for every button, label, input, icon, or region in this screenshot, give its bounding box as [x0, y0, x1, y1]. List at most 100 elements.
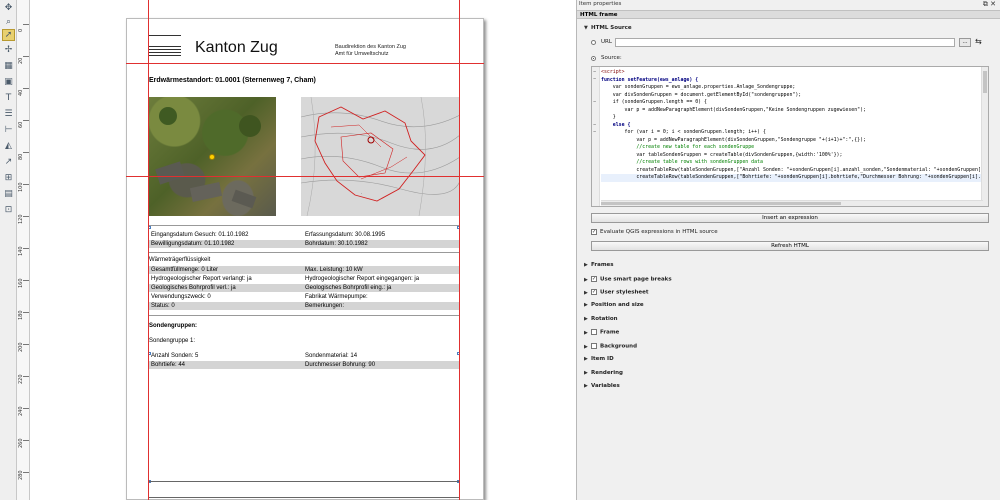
fluid-cell-left: Verwendungszweck: 0: [151, 294, 211, 300]
scrollbar-thumb[interactable]: [983, 71, 987, 93]
url-input[interactable]: [615, 38, 955, 47]
code-line: createTableRow(tableSondenGruppen,["Anza…: [601, 166, 981, 173]
fluid-heading: Wärmeträgerflüssigkeit: [149, 257, 211, 263]
add-html-frame-icon[interactable]: ▤: [2, 188, 15, 200]
frame-bottom-line: [149, 481, 459, 482]
section-background[interactable]: ▶ Background: [584, 343, 637, 350]
horizontal-guide[interactable]: [126, 63, 484, 64]
panel-title: Item properties: [579, 1, 622, 7]
url-browse-button[interactable]: ...: [959, 38, 971, 47]
section-smart-page-breaks[interactable]: ▶ ✓ Use smart page breaks: [584, 276, 672, 283]
scrollbar-thumb[interactable]: [601, 202, 841, 205]
building-shape: [189, 182, 223, 202]
fold-minus-icon[interactable]: −: [593, 122, 596, 128]
fold-minus-icon[interactable]: −: [593, 129, 596, 135]
ruler-label: 220: [18, 374, 24, 384]
layout-page[interactable]: Kanton Zug Baudirektion des Kanton Zug A…: [126, 18, 484, 500]
date-cell-left: Eingangsdatum Gesuch: 01.10.1982: [151, 232, 249, 238]
location-marker-icon: [209, 154, 215, 160]
source-radio[interactable]: [591, 56, 596, 61]
aerial-map[interactable]: [149, 97, 276, 216]
add-shape-icon[interactable]: ◭: [2, 140, 15, 152]
add-label-icon[interactable]: T: [2, 92, 15, 104]
data-defined-icon[interactable]: ⇆: [975, 37, 982, 46]
kanton-label[interactable]: Kanton Zug: [195, 39, 278, 57]
fluid-cell-left: Hydrogeologischer Report verlangt: ja: [151, 276, 252, 282]
ruler-label: 120: [18, 214, 24, 224]
site-title[interactable]: Erdwärmestandort: 01.0001 (Sternenweg 7,…: [149, 77, 316, 84]
url-radio[interactable]: [591, 40, 596, 45]
section-variables[interactable]: ▶ Variables: [584, 383, 620, 389]
editor-horizontal-scrollbar[interactable]: [601, 200, 983, 206]
horizontal-guide[interactable]: [126, 176, 484, 177]
section-rendering[interactable]: ▶ Rendering: [584, 370, 623, 376]
select-icon[interactable]: ➚: [2, 29, 15, 41]
zoom-icon[interactable]: ⌕: [2, 16, 15, 28]
add-map-icon[interactable]: ▦: [2, 60, 15, 72]
section-item-id[interactable]: ▶ Item ID: [584, 356, 614, 362]
panel-window-buttons: ⧉ ✕: [983, 0, 996, 9]
ruler-label: 240: [18, 406, 24, 416]
user-stylesheet-checkbox[interactable]: ✓: [591, 289, 597, 295]
html-source-editor[interactable]: − − − − − <script> function setFeature(e…: [591, 66, 989, 207]
fluid-cell-right: Hydrogeologischer Report eingegangen: ja: [305, 276, 420, 282]
editor-vertical-scrollbar[interactable]: [981, 67, 988, 206]
topographic-map[interactable]: ·: [301, 97, 460, 216]
source-label: Source:: [601, 55, 622, 61]
fluid-cell-left: Geologisches Bohrprofil verl.: ja: [151, 285, 236, 291]
section-user-stylesheet[interactable]: ▶ ✓ User stylesheet: [584, 289, 648, 296]
office-label[interactable]: Amt für Umweltschutz: [335, 51, 388, 57]
add-attribute-table-icon[interactable]: ⊞: [2, 172, 15, 184]
background-checkbox[interactable]: [591, 343, 597, 349]
ruler-label: 80: [18, 153, 24, 160]
logo-stripe: [149, 35, 181, 36]
add-scalebar-icon[interactable]: ⊢: [2, 124, 15, 136]
fluid-cell-right: Bemerkungen:: [305, 303, 345, 309]
code-line: for (var i = 0; i < sondenGruppen.length…: [601, 129, 766, 135]
section-divider: [149, 252, 459, 253]
code-line: var sondenGruppen = ews_anlage.propertie…: [601, 84, 796, 90]
add-arrow-icon[interactable]: ↗: [2, 156, 15, 168]
section-frames[interactable]: ▶ Frames: [584, 262, 614, 268]
evaluate-expressions-checkbox[interactable]: ✓: [591, 229, 597, 235]
fold-minus-icon[interactable]: −: [593, 99, 596, 105]
fold-minus-icon[interactable]: −: [593, 76, 596, 82]
section-frame[interactable]: ▶ Frame: [584, 329, 619, 336]
evaluate-expressions-label: Evaluate QGIS expressions in HTML source: [600, 229, 718, 235]
html-source-section[interactable]: ▼ HTML Source: [584, 25, 632, 31]
fold-minus-icon[interactable]: −: [593, 69, 596, 75]
tree-shape: [159, 107, 177, 125]
building-shape: [231, 189, 257, 209]
refresh-html-button[interactable]: Refresh HTML: [591, 241, 989, 251]
move-content-icon[interactable]: ✢: [2, 44, 15, 56]
section-label: Rendering: [591, 370, 623, 376]
directorate-label[interactable]: Baudirektion des Kanton Zug: [335, 44, 406, 50]
ruler-label: 180: [18, 310, 24, 320]
add-legend-icon[interactable]: ☰: [2, 108, 15, 120]
section-label: Position and size: [591, 302, 644, 308]
section-label: Item ID: [591, 356, 614, 362]
tree-shape: [239, 115, 261, 137]
chevron-right-icon: ▶: [584, 262, 588, 268]
close-icon[interactable]: ✕: [990, 0, 996, 8]
add-node-item-icon[interactable]: ⊡: [2, 204, 15, 216]
smart-page-breaks-checkbox[interactable]: ✓: [591, 276, 597, 282]
chevron-right-icon: ▶: [584, 316, 588, 322]
composer-canvas[interactable]: Kanton Zug Baudirektion des Kanton Zug A…: [30, 0, 576, 500]
add-image-icon[interactable]: ▣: [2, 76, 15, 88]
building-shape: [155, 161, 185, 185]
frame-checkbox[interactable]: [591, 329, 597, 335]
fluid-cell-right: Geologisches Bohrprofil eing.: ja: [305, 285, 392, 291]
insert-expression-button[interactable]: Insert an expression: [591, 213, 989, 223]
vertical-guide[interactable]: [148, 0, 149, 500]
vertical-guide[interactable]: [459, 0, 460, 500]
ruler-label: 100: [18, 182, 24, 192]
code-line: //create new table for each sondenGruppe: [601, 144, 755, 150]
pan-icon[interactable]: ✥: [2, 2, 15, 14]
frame-type-header: HTML frame: [577, 10, 1000, 19]
section-position-size[interactable]: ▶ Position and size: [584, 302, 644, 308]
code-line: var p = addNewParagraphElement(divSonden…: [601, 106, 866, 113]
section-rotation[interactable]: ▶ Rotation: [584, 316, 618, 322]
sondengruppe-label: Sondengruppe 1:: [149, 338, 196, 344]
float-icon[interactable]: ⧉: [983, 0, 988, 8]
